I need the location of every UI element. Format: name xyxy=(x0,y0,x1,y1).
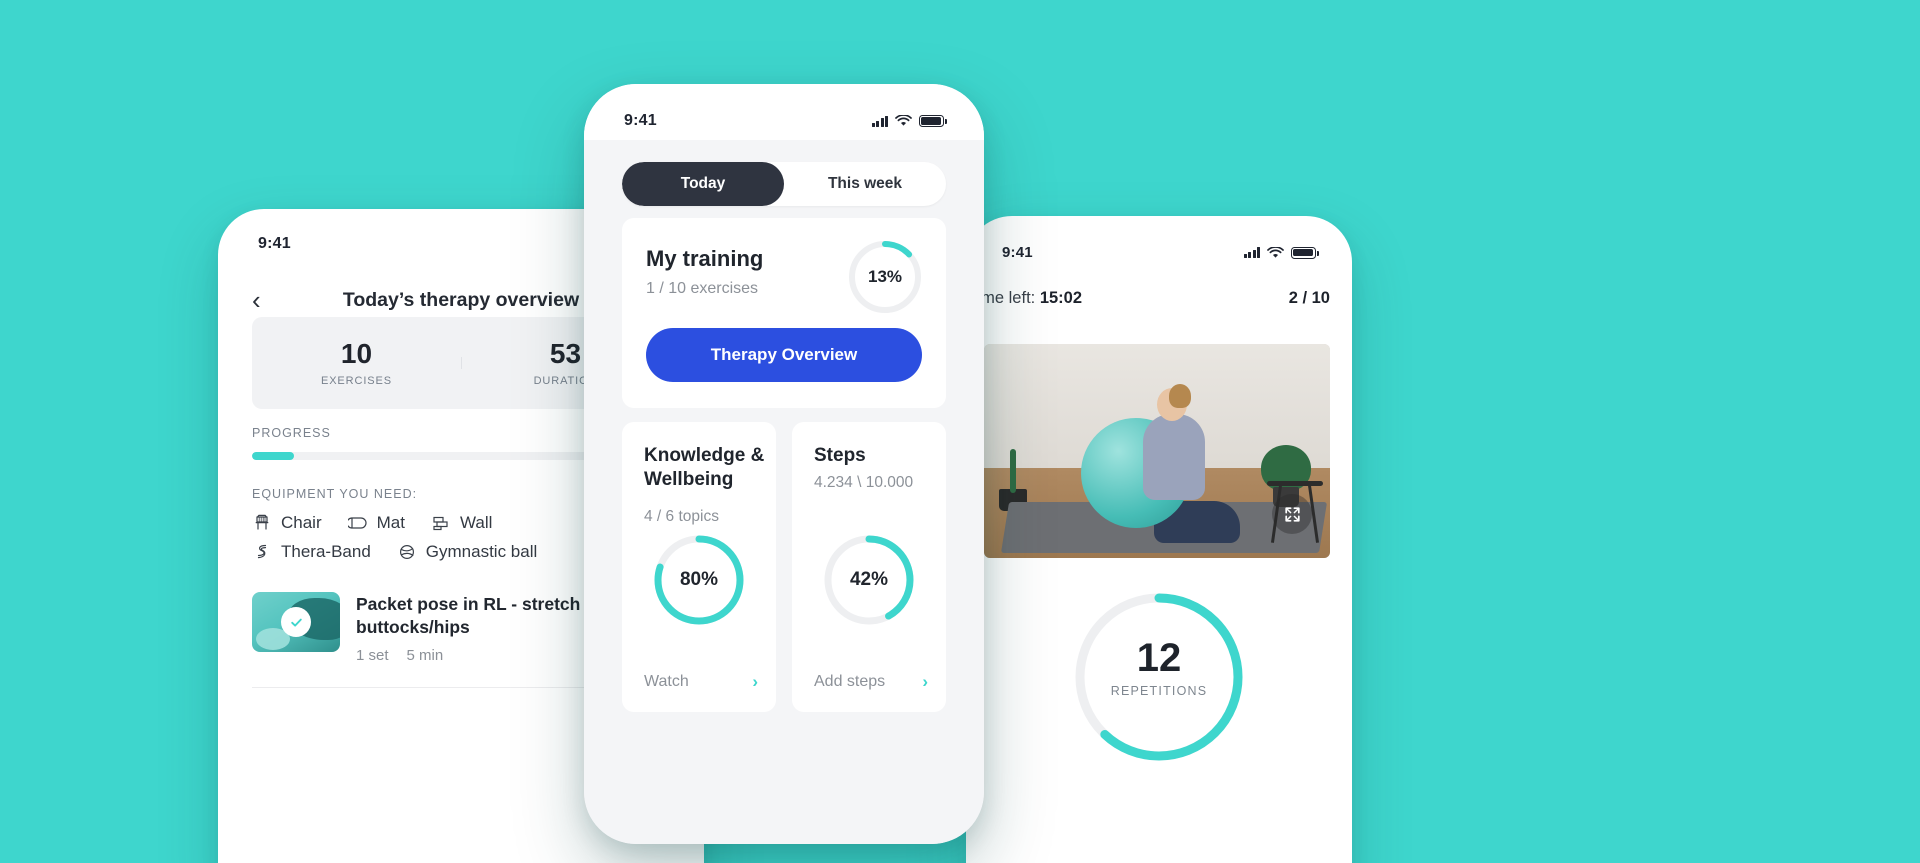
right-phone-notch xyxy=(1084,216,1234,240)
equipment-item-mat: Mat xyxy=(347,513,405,533)
repetitions-value: 12 xyxy=(1136,636,1182,680)
mat-icon xyxy=(347,517,367,529)
screenshot-stage: 9:41 ‹ Today’s therapy overview 10 EXERC… xyxy=(0,0,1920,863)
steps-footer[interactable]: Add steps › xyxy=(814,672,928,692)
equipment-item-chair: Chair xyxy=(252,513,322,533)
exercise-duration: 5 min xyxy=(406,647,444,665)
time-left-value: 15:02 xyxy=(1039,288,1083,307)
repetitions-label: REPETITIONS xyxy=(1110,684,1208,698)
right-status-icons xyxy=(1243,246,1319,259)
battery-icon xyxy=(1291,246,1319,259)
steps-footer-label: Add steps xyxy=(814,673,886,690)
tab-this-week[interactable]: This week xyxy=(784,162,946,206)
left-phone-notch xyxy=(377,209,545,235)
steps-percent: 42% xyxy=(849,569,889,590)
progress-label: PROGRESS xyxy=(252,425,331,440)
center-status-time: 9:41 xyxy=(624,112,657,129)
knowledge-percent: 80% xyxy=(679,569,719,590)
signal-bars-icon xyxy=(1243,247,1260,258)
center-phone-mockup: 9:41 Today This week My training 1 / 10 … xyxy=(584,84,984,844)
battery-icon xyxy=(919,115,947,127)
secondary-cards-row: Knowledge & Wellbeing 4 / 6 topics 80% W… xyxy=(622,422,946,712)
gymnastic-ball-icon xyxy=(399,544,414,560)
my-training-subtitle: 1 / 10 exercises xyxy=(646,280,759,297)
steps-title: Steps xyxy=(814,445,866,466)
stat-label: EXERCISES xyxy=(320,374,393,387)
back-button[interactable]: ‹ xyxy=(252,287,278,313)
stat-exercises: 10 EXERCISES xyxy=(252,338,461,387)
my-training-percent: 13% xyxy=(867,267,903,286)
knowledge-ring: 80% xyxy=(651,532,747,628)
expand-fullscreen-icon[interactable] xyxy=(1272,494,1312,534)
exercise-sets: 1 set xyxy=(356,647,389,665)
wall-icon xyxy=(433,516,448,531)
equipment-item-gymnastic-ball: Gymnastic ball xyxy=(397,542,537,562)
signal-bars-icon xyxy=(871,115,888,127)
equipment-item-label: Mat xyxy=(376,513,405,532)
segmented-control[interactable]: Today This week xyxy=(622,162,946,206)
my-training-ring: 13% xyxy=(846,238,924,316)
my-training-title: My training xyxy=(646,246,764,271)
stat-value: 10 xyxy=(340,338,373,370)
center-phone-screen: 9:41 Today This week My training 1 / 10 … xyxy=(584,84,984,844)
steps-card[interactable]: Steps 4.234 \ 10.000 42% Add steps › xyxy=(792,422,946,712)
knowledge-wellbeing-card[interactable]: Knowledge & Wellbeing 4 / 6 topics 80% W… xyxy=(622,422,776,712)
knowledge-footer[interactable]: Watch › xyxy=(644,672,758,692)
equipment-item-wall: Wall xyxy=(431,513,492,533)
right-header-row: Time left: 15:02 2 / 10 xyxy=(966,278,1330,318)
left-status-time: 9:41 xyxy=(258,235,291,252)
knowledge-footer-label: Watch xyxy=(644,673,689,690)
exercise-counter: 2 / 10 xyxy=(1288,288,1330,307)
equipment-item-label: Gymnastic ball xyxy=(425,542,538,561)
knowledge-title: Knowledge & Wellbeing xyxy=(644,445,765,491)
steps-ring: 42% xyxy=(821,532,917,628)
repetitions-ring: 12 REPETITIONS xyxy=(1070,588,1248,766)
wifi-icon xyxy=(895,115,912,126)
theraband-icon xyxy=(257,544,267,559)
chevron-right-icon[interactable]: › xyxy=(922,672,928,692)
equipment-item-label: Chair xyxy=(281,513,322,532)
equipment-item-theraband: Thera-Band xyxy=(252,542,371,562)
center-phone-notch xyxy=(695,84,873,114)
equipment-item-label: Thera-Band xyxy=(281,542,371,561)
center-status-icons xyxy=(871,115,947,127)
right-status-time: 9:41 xyxy=(1002,244,1033,261)
check-circle-icon xyxy=(281,607,311,637)
wifi-icon xyxy=(1267,246,1284,258)
my-training-card: My training 1 / 10 exercises 13% Therapy… xyxy=(622,218,946,408)
tab-today[interactable]: Today xyxy=(622,162,784,206)
equipment-label: EQUIPMENT YOU NEED: xyxy=(252,487,418,501)
progress-bar-fill xyxy=(252,452,294,460)
chevron-right-icon[interactable]: › xyxy=(752,672,758,692)
chair-icon xyxy=(255,514,269,530)
exercise-thumbnail xyxy=(252,592,340,652)
knowledge-subtitle: 4 / 6 topics xyxy=(644,508,719,525)
right-phone-mockup: 9:41 Time left: 15:02 2 / 10 12 REPETITI… xyxy=(966,216,1352,863)
therapy-overview-button[interactable]: Therapy Overview xyxy=(646,328,922,382)
steps-subtitle: 4.234 \ 10.000 xyxy=(814,474,914,491)
equipment-item-label: Wall xyxy=(459,513,493,532)
